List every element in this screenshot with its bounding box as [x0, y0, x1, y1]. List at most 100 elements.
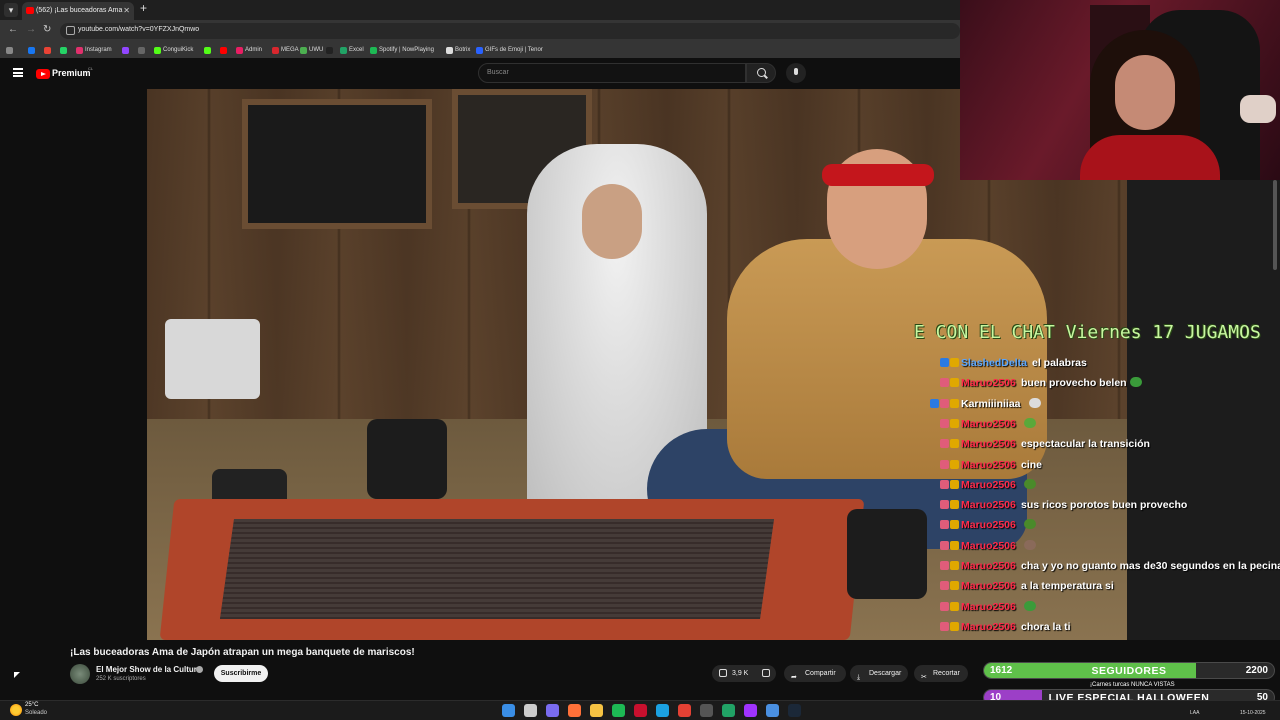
spotify-icon[interactable] [612, 704, 625, 717]
bookmark-label: Spotify | NowPlaying [379, 47, 434, 53]
back-icon[interactable]: ← [8, 24, 18, 35]
chat-text [1021, 600, 1036, 613]
new-tab-button[interactable]: + [140, 1, 147, 15]
chat-username: Maruo2506 [961, 458, 1016, 471]
app-icon[interactable] [766, 704, 779, 717]
followers-goal-bar: 1612 SEGUIDORES 2200 [983, 662, 1275, 679]
bookmark-item[interactable]: Admin [236, 45, 262, 55]
start-icon[interactable] [502, 704, 515, 717]
bookmark-item[interactable]: GIFs de Emoji | Tenor [476, 45, 543, 55]
goal-target: 2200 [1245, 665, 1268, 676]
dislike-icon[interactable] [762, 669, 770, 677]
chat-badge-icon [940, 459, 949, 469]
video-scene-heater [165, 319, 260, 399]
chat-message: Maruo2506 [928, 516, 1280, 534]
chat-text: cine [1021, 459, 1042, 471]
bookmark-item[interactable] [122, 45, 131, 55]
bookmark-item[interactable]: MEGA [272, 45, 299, 55]
youtube-logo-icon[interactable] [36, 69, 50, 79]
file-explorer-icon[interactable] [590, 704, 603, 717]
bookmark-favicon-icon [370, 47, 377, 54]
channel-name[interactable]: El Mejor Show de la Cultura [96, 665, 201, 674]
bookmark-item[interactable]: ConguiKick [154, 45, 193, 55]
mouse-cursor-icon [14, 672, 20, 678]
chat-message: Maruo2506 buen provecho belen [928, 374, 1280, 392]
steam-icon[interactable] [788, 704, 801, 717]
input-language[interactable]: LAA [1190, 710, 1199, 716]
subscribe-button[interactable]: Suscribirme [214, 665, 268, 682]
brand-label[interactable]: Premium [52, 68, 91, 78]
excel-icon[interactable] [722, 704, 735, 717]
bookmark-item[interactable]: Spotify | NowPlaying [370, 45, 434, 55]
chat-text-content: a la temperatura si [1021, 580, 1114, 593]
apps-icon[interactable] [6, 45, 15, 55]
chat-message: Maruo2506 [928, 476, 1280, 494]
bookmark-item[interactable]: Excel [340, 45, 364, 55]
chat-badge-icon [950, 540, 959, 550]
bookmark-favicon-icon [236, 47, 243, 54]
bookmark-favicon-icon [272, 47, 279, 54]
search-icon[interactable] [746, 63, 776, 83]
chat-username: Maruo2506 [961, 560, 1016, 572]
search-input[interactable]: Buscar [478, 63, 746, 83]
firefox-icon[interactable] [568, 704, 581, 717]
chat-username: Maruo2506 [961, 539, 1016, 552]
chat-badges [932, 520, 960, 530]
voice-search-icon[interactable] [786, 63, 806, 83]
chat-username: Karmiiiniiaa [961, 397, 1021, 410]
forward-icon[interactable]: → [26, 24, 36, 35]
chat-text-content: buen provecho belen [1021, 377, 1127, 390]
video-scene-window [242, 99, 432, 229]
clip-button[interactable]: ✂ Recortar [914, 665, 968, 682]
chat-badges [932, 581, 960, 591]
close-tab-icon[interactable]: ✕ [123, 2, 130, 20]
url-field[interactable]: youtube.com/watch?v=0YFZXJnQmwo [60, 23, 960, 39]
bookmark-item[interactable] [44, 45, 53, 55]
scrollbar[interactable] [1273, 180, 1277, 270]
channel-avatar[interactable] [70, 664, 90, 684]
bookmark-item[interactable]: Botrix [446, 45, 470, 55]
site-info-icon[interactable] [66, 26, 75, 35]
task-view-icon[interactable] [524, 704, 537, 717]
system-date[interactable]: 15-10-2025 [1240, 710, 1266, 716]
chat-username: Maruo2506 [961, 499, 1016, 512]
tab-search-button[interactable]: ▾ [4, 3, 18, 17]
chat-username: Maruo2506 [961, 377, 1016, 390]
chat-text [1021, 478, 1036, 491]
bookmark-item[interactable]: Instagram [76, 45, 112, 55]
bookmark-favicon-icon [204, 47, 211, 54]
menu-icon[interactable] [13, 68, 23, 77]
bookmark-item[interactable]: UWU [300, 45, 323, 55]
copilot-icon[interactable] [546, 704, 559, 717]
chat-badge-icon [940, 378, 949, 388]
bookmark-item[interactable] [220, 45, 229, 55]
media-icon[interactable] [634, 704, 647, 717]
share-icon: ➦ [791, 674, 797, 681]
chat-message: Maruo2506 a la temperatura si [928, 577, 1280, 595]
bookmark-item[interactable] [28, 45, 37, 55]
bookmark-item[interactable] [204, 45, 213, 55]
chat-badges [932, 439, 960, 449]
bookmark-item[interactable] [138, 45, 147, 55]
weather-icon[interactable] [10, 704, 22, 716]
browser-tab[interactable]: (562) ¡Las buceadoras Ama ✕ [22, 2, 134, 20]
chrome-icon[interactable] [678, 704, 691, 717]
messenger-icon[interactable] [744, 704, 757, 717]
chat-badges [932, 378, 960, 388]
like-count[interactable]: 3,9 K [732, 665, 748, 682]
chat-badge-icon [940, 439, 949, 449]
bookmark-favicon-icon [44, 47, 51, 54]
reload-icon[interactable]: ↻ [43, 24, 51, 35]
like-icon[interactable] [719, 669, 727, 677]
chat-text-content: sus ricos porotos buen provecho [1021, 499, 1188, 512]
bookmark-item[interactable] [60, 45, 69, 55]
chat-text: cha y yo no guanto mas de30 segundos en … [1021, 560, 1280, 572]
edge-icon[interactable] [656, 704, 669, 717]
download-button[interactable]: ⤓ Descargar [850, 665, 908, 682]
bookmark-item[interactable] [326, 45, 335, 55]
chat-badge-icon [940, 581, 949, 591]
share-button[interactable]: ➦ Compartir [784, 665, 846, 682]
obs-icon[interactable] [700, 704, 713, 717]
microphone [1240, 95, 1276, 123]
chat-badge-icon [950, 459, 959, 469]
